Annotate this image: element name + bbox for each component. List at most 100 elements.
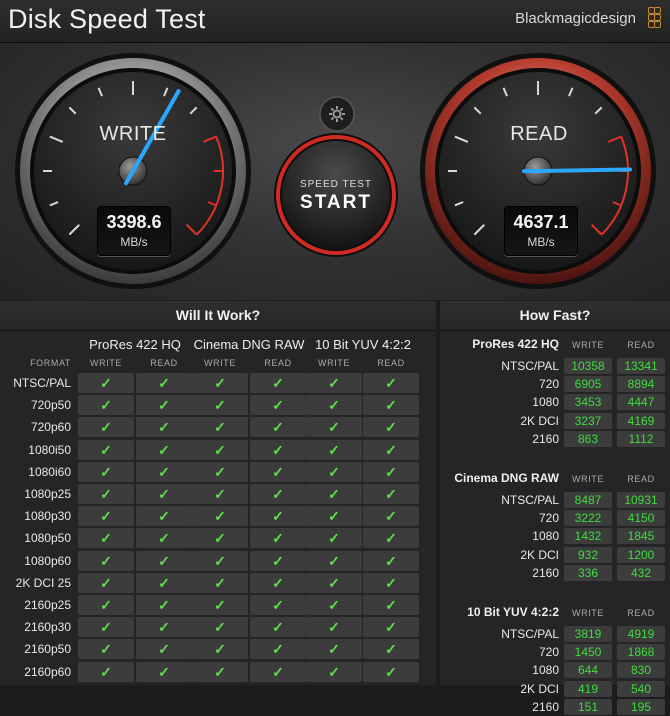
compatibility-cell: ✓	[192, 484, 248, 504]
write-fps-value: 419	[564, 680, 612, 697]
check-icon: ✓	[158, 508, 170, 525]
compatibility-cell: ✓	[192, 617, 248, 638]
how-fast-title: How Fast?	[440, 301, 670, 331]
compatibility-cell: ✓	[136, 617, 192, 638]
compatibility-cell: ✓	[78, 572, 134, 593]
format-row: 2160p30 ✓ ✓ ✓ ✓ ✓ ✓	[0, 616, 436, 638]
check-icon: ✓	[385, 597, 397, 613]
format-column-header: FORMAT	[30, 358, 71, 368]
check-icon: ✓	[272, 619, 284, 636]
compatibility-cell: ✓	[250, 439, 306, 460]
check-icon: ✓	[328, 663, 340, 680]
check-icon: ✓	[158, 486, 170, 502]
compatibility-cell: ✓	[250, 595, 306, 615]
check-icon: ✓	[158, 375, 170, 391]
how-fast-row: 720 1450 1868	[440, 643, 670, 661]
settings-button[interactable]	[320, 97, 354, 131]
check-icon: ✓	[100, 463, 112, 480]
check-icon: ✓	[328, 619, 340, 636]
compatibility-cell: ✓	[250, 417, 306, 438]
format-label: 720p50	[30, 398, 71, 413]
check-icon: ✓	[100, 663, 112, 680]
format-row: NTSC/PAL ✓ ✓ ✓ ✓ ✓ ✓	[0, 372, 436, 394]
check-icon: ✓	[158, 530, 170, 547]
compatibility-cell: ✓	[250, 506, 306, 527]
compatibility-cell: ✓	[78, 661, 134, 682]
format-row: 1080i50 ✓ ✓ ✓ ✓ ✓ ✓	[0, 439, 436, 461]
read-gauge-label: READ	[510, 123, 568, 145]
format-label: 2160p50	[24, 642, 71, 657]
compatibility-cell: ✓	[78, 373, 134, 393]
format-row: 1080i60 ✓ ✓ ✓ ✓ ✓ ✓	[0, 461, 436, 483]
will-it-work-title: Will It Work?	[0, 301, 436, 331]
check-icon: ✓	[158, 597, 170, 613]
write-fps-value: 3453	[564, 394, 612, 411]
compatibility-cell: ✓	[136, 461, 192, 482]
check-icon: ✓	[328, 641, 340, 658]
compatibility-cell: ✓	[363, 617, 419, 638]
write-column-header: WRITE	[318, 358, 350, 368]
check-icon: ✓	[328, 508, 340, 525]
compatibility-cell: ✓	[250, 484, 306, 504]
resolution-label: 1080	[532, 395, 559, 410]
write-speed-unit: MB/s	[120, 235, 148, 249]
gauge-area: WRITE 3398.6 MB/s READ 4637.1 MB/s SPEED…	[0, 43, 670, 300]
read-fps-value: 4447	[617, 394, 665, 411]
resolution-label: 2K DCI	[520, 413, 559, 428]
read-column-header: READ	[627, 340, 655, 350]
check-icon: ✓	[100, 619, 112, 636]
write-fps-value: 336	[564, 564, 612, 581]
resolution-label: NTSC/PAL	[501, 627, 559, 641]
read-fps-value: 4150	[617, 510, 665, 527]
check-icon: ✓	[272, 397, 284, 414]
check-icon: ✓	[214, 508, 226, 525]
compatibility-cell: ✓	[250, 639, 306, 660]
compatibility-cell: ✓	[306, 661, 362, 682]
read-fps-value: 10931	[617, 492, 665, 508]
resolution-label: 720	[538, 511, 559, 526]
compatibility-cell: ✓	[363, 528, 419, 549]
check-icon: ✓	[328, 574, 340, 591]
format-row: 2160p60 ✓ ✓ ✓ ✓ ✓ ✓	[0, 661, 436, 683]
format-row: 720p60 ✓ ✓ ✓ ✓ ✓ ✓	[0, 416, 436, 438]
compatibility-cell: ✓	[250, 373, 306, 393]
check-icon: ✓	[214, 463, 226, 480]
compatibility-cell: ✓	[78, 417, 134, 438]
compatibility-cell: ✓	[78, 595, 134, 615]
format-row: 1080p30 ✓ ✓ ✓ ✓ ✓ ✓	[0, 505, 436, 527]
format-row: 2160p50 ✓ ✓ ✓ ✓ ✓ ✓	[0, 638, 436, 660]
check-icon: ✓	[328, 441, 340, 458]
write-column-header: WRITE	[572, 608, 604, 618]
brand-logo-text: Blackmagicdesign	[515, 10, 636, 27]
how-fast-group-title: ProRes 422 HQ	[472, 337, 559, 351]
resolution-label: 720	[538, 645, 559, 660]
write-speed-value: 3398.6	[106, 212, 162, 232]
compatibility-cell: ✓	[250, 617, 306, 638]
compatibility-cell: ✓	[78, 395, 134, 416]
start-button[interactable]: SPEED TEST START	[278, 137, 394, 253]
check-icon: ✓	[272, 663, 284, 680]
compatibility-cell: ✓	[306, 572, 362, 593]
check-icon: ✓	[158, 574, 170, 591]
resolution-label: 2160	[532, 699, 559, 714]
compatibility-cell: ✓	[250, 461, 306, 482]
how-fast-row: 1080 644 830	[440, 661, 670, 679]
check-icon: ✓	[328, 419, 340, 436]
format-row: 720p50 ✓ ✓ ✓ ✓ ✓ ✓	[0, 394, 436, 416]
read-column-header: READ	[377, 358, 405, 368]
check-icon: ✓	[385, 397, 397, 414]
write-fps-value: 863	[564, 430, 612, 447]
compatibility-cell: ✓	[192, 439, 248, 460]
check-icon: ✓	[272, 419, 284, 436]
resolution-label: 2160	[532, 431, 559, 446]
check-icon: ✓	[100, 397, 112, 414]
compatibility-cell: ✓	[250, 572, 306, 593]
resolution-label: NTSC/PAL	[501, 359, 559, 373]
resolution-label: 2K DCI	[520, 681, 559, 696]
check-icon: ✓	[272, 508, 284, 525]
read-fps-value: 1112	[617, 430, 665, 447]
will-it-work-panel: Will It Work? ProRes 422 HQ Cinema DNG RA…	[0, 301, 436, 685]
write-fps-value: 3237	[564, 412, 612, 429]
read-fps-value: 432	[617, 564, 665, 581]
check-icon: ✓	[100, 508, 112, 525]
